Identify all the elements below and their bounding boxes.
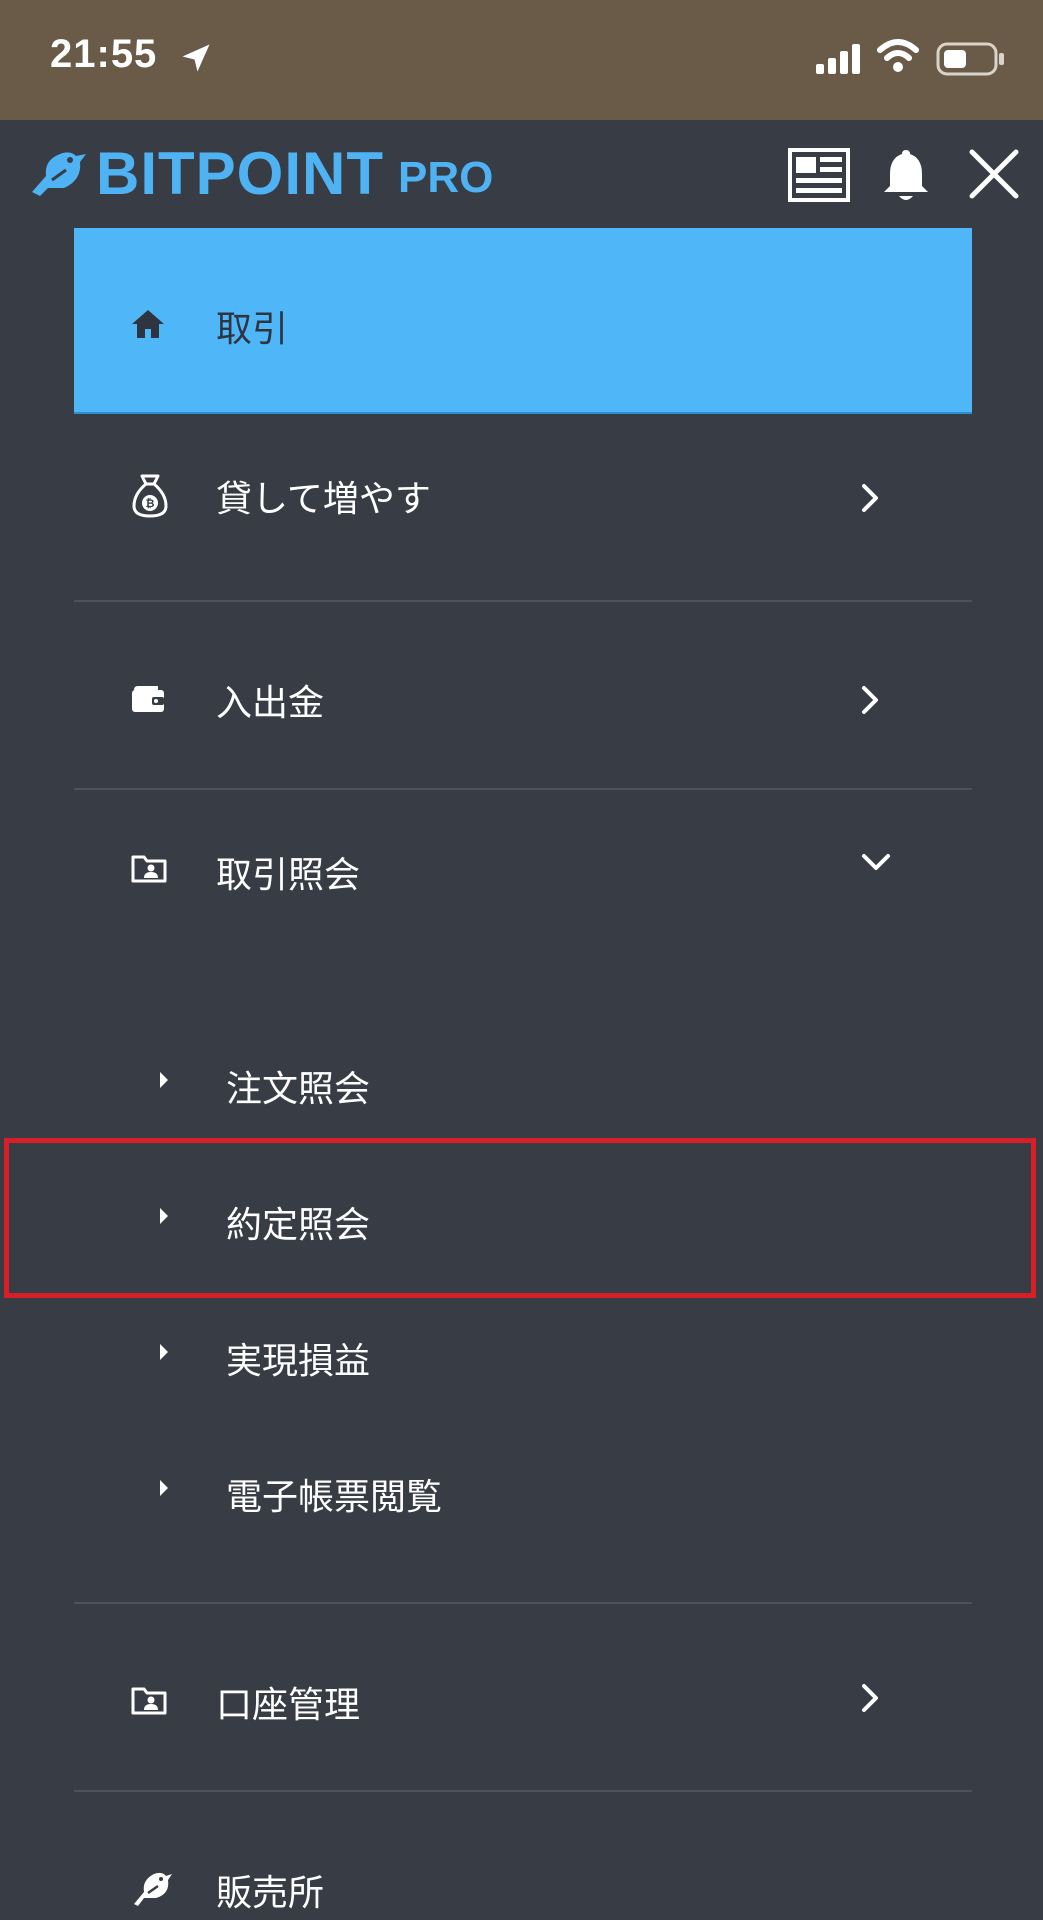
chevron-right-icon xyxy=(862,1684,878,1712)
menu-item-trade-inquiry[interactable]: 取引照会 xyxy=(74,790,972,960)
submenu-label: 実現損益 xyxy=(226,1341,371,1382)
folder-user-icon xyxy=(131,1687,167,1715)
location-arrow-icon xyxy=(182,44,210,72)
status-time: 21:55 xyxy=(50,32,158,76)
logo-suffix: PRO xyxy=(398,153,494,202)
close-icon[interactable] xyxy=(968,148,1020,200)
menu-item-account-management[interactable]: 口座管理 xyxy=(74,1604,972,1790)
money-bag-icon: ₿ xyxy=(132,474,168,518)
menu-item-lending[interactable]: ₿ 貸して増やす xyxy=(74,414,972,600)
menu-item-label: 貸して増やす xyxy=(216,479,431,520)
folder-user-icon xyxy=(131,855,167,883)
svg-text:₿: ₿ xyxy=(146,497,155,510)
menu-item-label: 入出金 xyxy=(216,683,325,724)
wifi-icon xyxy=(877,39,919,72)
battery-icon xyxy=(936,42,1004,76)
menu-item-label: 口座管理 xyxy=(216,1685,361,1726)
chevron-down-icon xyxy=(862,854,890,870)
logo-text: BITPOINT xyxy=(96,140,384,207)
cellular-signal-icon xyxy=(816,44,860,74)
app-header: BITPOINT PRO xyxy=(0,120,1043,228)
submenu-item-electronic-reports[interactable]: 電子帳票閲覧 xyxy=(74,1436,972,1546)
submenu-item-realized-pnl[interactable]: 実現損益 xyxy=(74,1300,972,1410)
menu-item-label: 販売所 xyxy=(216,1873,325,1914)
caret-right-icon xyxy=(160,1072,168,1088)
caret-right-icon xyxy=(160,1344,168,1360)
home-icon xyxy=(132,310,164,338)
status-bar: 21:55 xyxy=(0,0,1043,120)
chevron-right-icon xyxy=(862,484,878,512)
chevron-right-icon xyxy=(862,686,878,714)
caret-right-icon xyxy=(160,1480,168,1496)
menu-item-trade[interactable]: 取引 xyxy=(74,228,972,414)
menu-item-deposit-withdrawal[interactable]: 入出金 xyxy=(74,602,972,788)
bird-icon xyxy=(134,1872,172,1906)
highlight-annotation-box xyxy=(4,1138,1036,1298)
bitpoint-logo[interactable]: BITPOINT PRO xyxy=(26,140,494,207)
submenu-label: 注文照会 xyxy=(226,1069,371,1110)
submenu-item-order-inquiry[interactable]: 注文照会 xyxy=(74,1028,972,1138)
wallet-icon xyxy=(132,686,164,712)
submenu-label: 電子帳票閲覧 xyxy=(226,1477,443,1518)
menu-item-exchange-shop[interactable]: 販売所 xyxy=(74,1792,972,1920)
bell-icon[interactable] xyxy=(880,146,932,204)
menu-item-label: 取引照会 xyxy=(216,855,361,896)
news-icon[interactable] xyxy=(788,148,850,202)
menu-item-label: 取引 xyxy=(216,309,289,350)
bird-logo-icon xyxy=(32,152,86,196)
